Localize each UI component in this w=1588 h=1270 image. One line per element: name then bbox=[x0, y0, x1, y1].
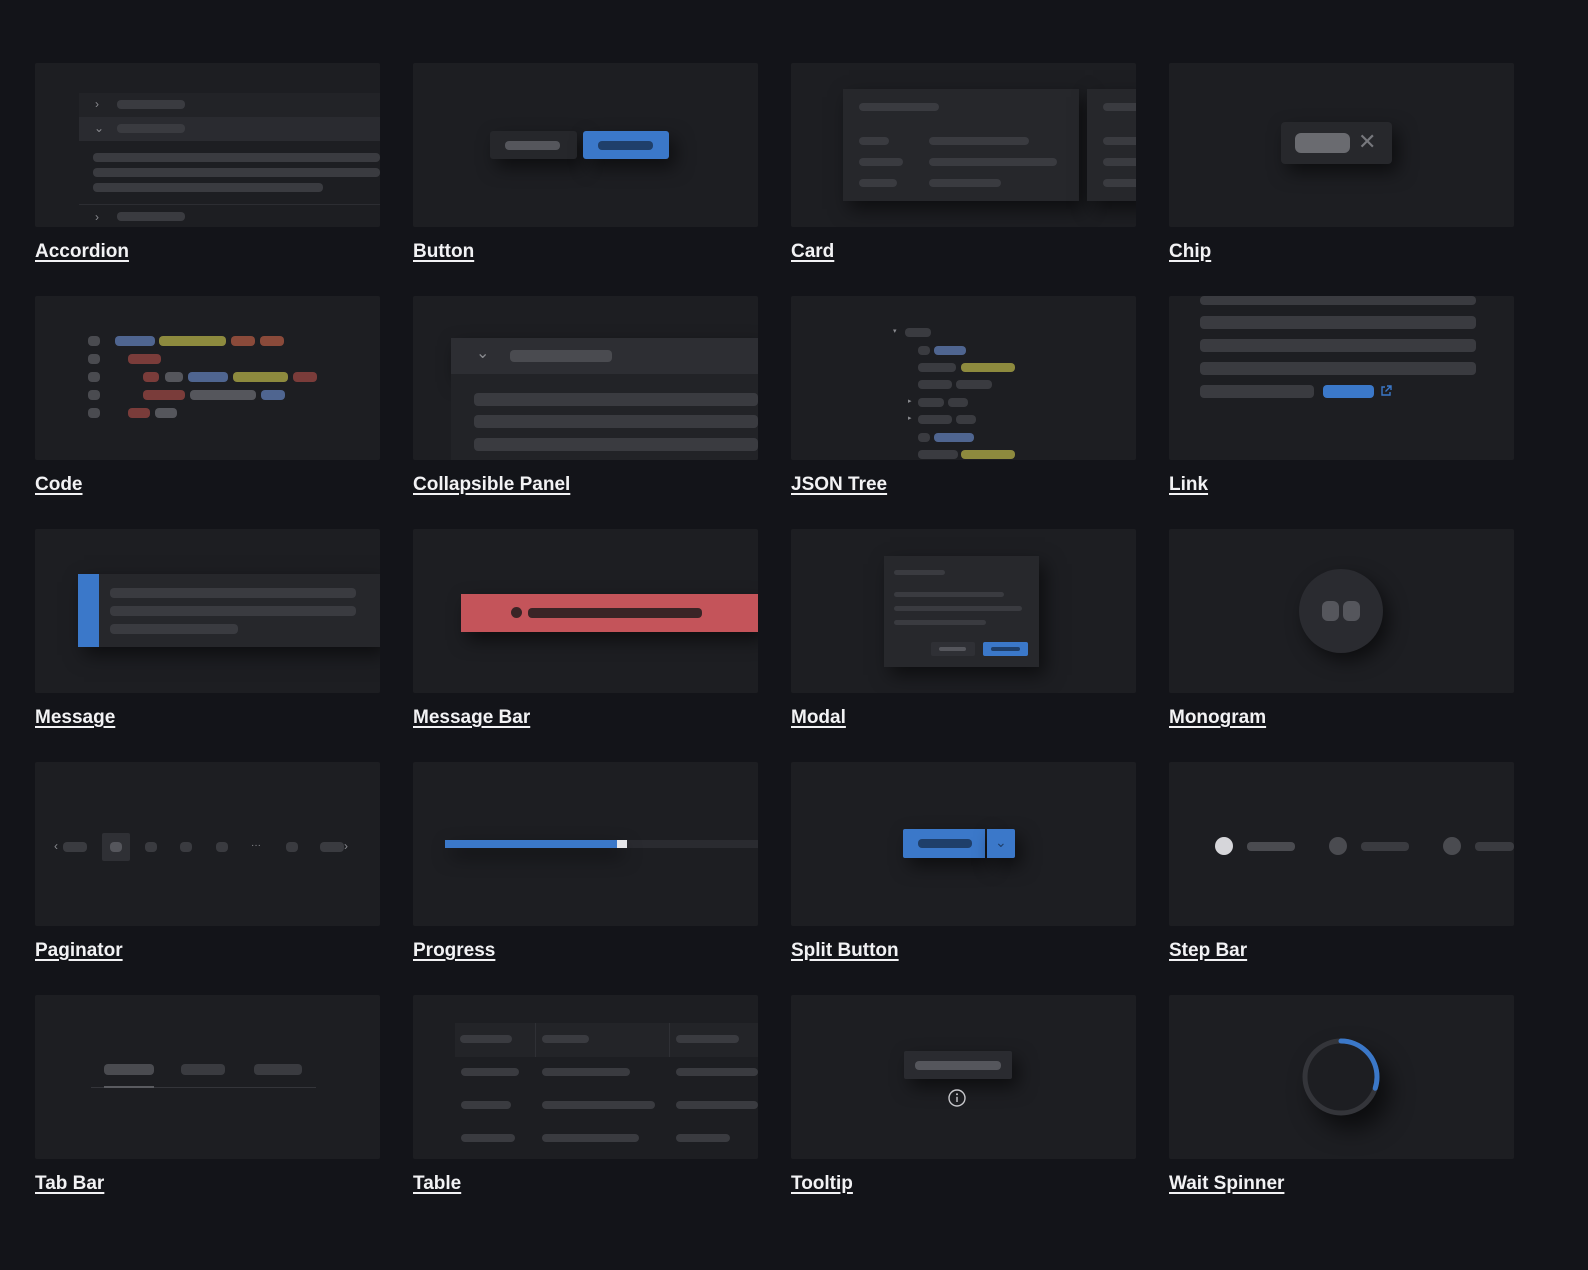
chevron-right-icon: › bbox=[95, 97, 99, 111]
chip-preview: ✕ bbox=[1169, 63, 1514, 227]
tile-link[interactable]: Link bbox=[1169, 296, 1514, 529]
table-preview bbox=[413, 995, 758, 1159]
tile-card[interactable]: Card bbox=[791, 63, 1136, 296]
progress-track bbox=[445, 840, 758, 848]
tile-message[interactable]: Message bbox=[35, 529, 380, 762]
tile-paginator[interactable]: ‹ ··· › Paginator bbox=[35, 762, 380, 995]
accordion-preview: › ⌄ › bbox=[35, 63, 380, 227]
message-preview bbox=[35, 529, 380, 693]
link-link[interactable]: Link bbox=[1169, 474, 1208, 496]
progress-link[interactable]: Progress bbox=[413, 940, 495, 962]
chevron-down-icon: ⌄ bbox=[476, 345, 490, 362]
card-link[interactable]: Card bbox=[791, 241, 834, 263]
progress-fill bbox=[445, 840, 618, 848]
external-link-icon bbox=[1381, 385, 1392, 396]
tile-code[interactable]: Code bbox=[35, 296, 380, 529]
wait-spinner-preview bbox=[1169, 995, 1514, 1159]
chevron-left-icon: ‹ bbox=[54, 839, 58, 853]
split-button-preview: ⌄ bbox=[791, 762, 1136, 926]
chevron-down-icon: ⌄ bbox=[94, 121, 105, 135]
close-icon: ✕ bbox=[1358, 129, 1377, 154]
tile-json-tree[interactable]: ▾ ▸ ▸ JSON Tree bbox=[791, 296, 1136, 529]
tile-split-button[interactable]: ⌄ Split Button bbox=[791, 762, 1136, 995]
tile-progress[interactable]: Progress bbox=[413, 762, 758, 995]
monogram-link[interactable]: Monogram bbox=[1169, 707, 1266, 729]
tile-button[interactable]: Button bbox=[413, 63, 758, 296]
tile-message-bar[interactable]: Message Bar bbox=[413, 529, 758, 762]
button-preview bbox=[413, 63, 758, 227]
table-link[interactable]: Table bbox=[413, 1173, 461, 1195]
tile-chip[interactable]: ✕ Chip bbox=[1169, 63, 1514, 296]
tile-step-bar[interactable]: Step Bar bbox=[1169, 762, 1514, 995]
json-tree-link[interactable]: JSON Tree bbox=[791, 474, 887, 496]
tile-table[interactable]: Table bbox=[413, 995, 758, 1228]
accordion-link[interactable]: Accordion bbox=[35, 241, 129, 263]
collapsible-panel-preview: ⌄ bbox=[413, 296, 758, 460]
chevron-right-icon: › bbox=[344, 839, 348, 853]
progress-tip bbox=[617, 840, 628, 848]
modal-link[interactable]: Modal bbox=[791, 707, 846, 729]
monogram-preview bbox=[1169, 529, 1514, 693]
tile-accordion[interactable]: › ⌄ › Accordion bbox=[35, 63, 380, 296]
paginator-preview: ‹ ··· › bbox=[35, 762, 380, 926]
chip-link[interactable]: Chip bbox=[1169, 241, 1211, 263]
tile-modal[interactable]: Modal bbox=[791, 529, 1136, 762]
tab-bar-link[interactable]: Tab Bar bbox=[35, 1173, 104, 1195]
code-link[interactable]: Code bbox=[35, 474, 83, 496]
tooltip-preview bbox=[791, 995, 1136, 1159]
tile-monogram[interactable]: Monogram bbox=[1169, 529, 1514, 762]
progress-preview bbox=[413, 762, 758, 926]
tile-tab-bar[interactable]: Tab Bar bbox=[35, 995, 380, 1228]
step-bar-preview bbox=[1169, 762, 1514, 926]
card-preview bbox=[791, 63, 1136, 227]
modal-preview bbox=[791, 529, 1136, 693]
step-bar-link[interactable]: Step Bar bbox=[1169, 940, 1247, 962]
wait-spinner bbox=[1302, 1038, 1380, 1116]
info-icon bbox=[948, 1089, 966, 1107]
collapsible-panel-link[interactable]: Collapsible Panel bbox=[413, 474, 570, 496]
code-preview bbox=[35, 296, 380, 460]
tile-collapsible-panel[interactable]: ⌄ Collapsible Panel bbox=[413, 296, 758, 529]
tab-bar-preview bbox=[35, 995, 380, 1159]
tile-tooltip[interactable]: Tooltip bbox=[791, 995, 1136, 1228]
tile-wait-spinner[interactable]: Wait Spinner bbox=[1169, 995, 1514, 1228]
message-bar-preview bbox=[413, 529, 758, 693]
paginator-link[interactable]: Paginator bbox=[35, 940, 123, 962]
component-gallery: › ⌄ › Accordion Button Card ✕ Chip Code … bbox=[35, 63, 1514, 1228]
link-preview bbox=[1169, 296, 1514, 460]
wait-spinner-link[interactable]: Wait Spinner bbox=[1169, 1173, 1284, 1195]
chevron-right-icon: › bbox=[95, 210, 99, 224]
message-link[interactable]: Message bbox=[35, 707, 115, 729]
json-tree-preview: ▾ ▸ ▸ bbox=[791, 296, 1136, 460]
caret-down-icon: ⌄ bbox=[995, 834, 1007, 850]
paginator-ellipsis: ··· bbox=[251, 840, 261, 851]
tooltip-link[interactable]: Tooltip bbox=[791, 1173, 853, 1195]
button-link[interactable]: Button bbox=[413, 241, 474, 263]
split-button-link[interactable]: Split Button bbox=[791, 940, 899, 962]
message-bar-link[interactable]: Message Bar bbox=[413, 707, 530, 729]
